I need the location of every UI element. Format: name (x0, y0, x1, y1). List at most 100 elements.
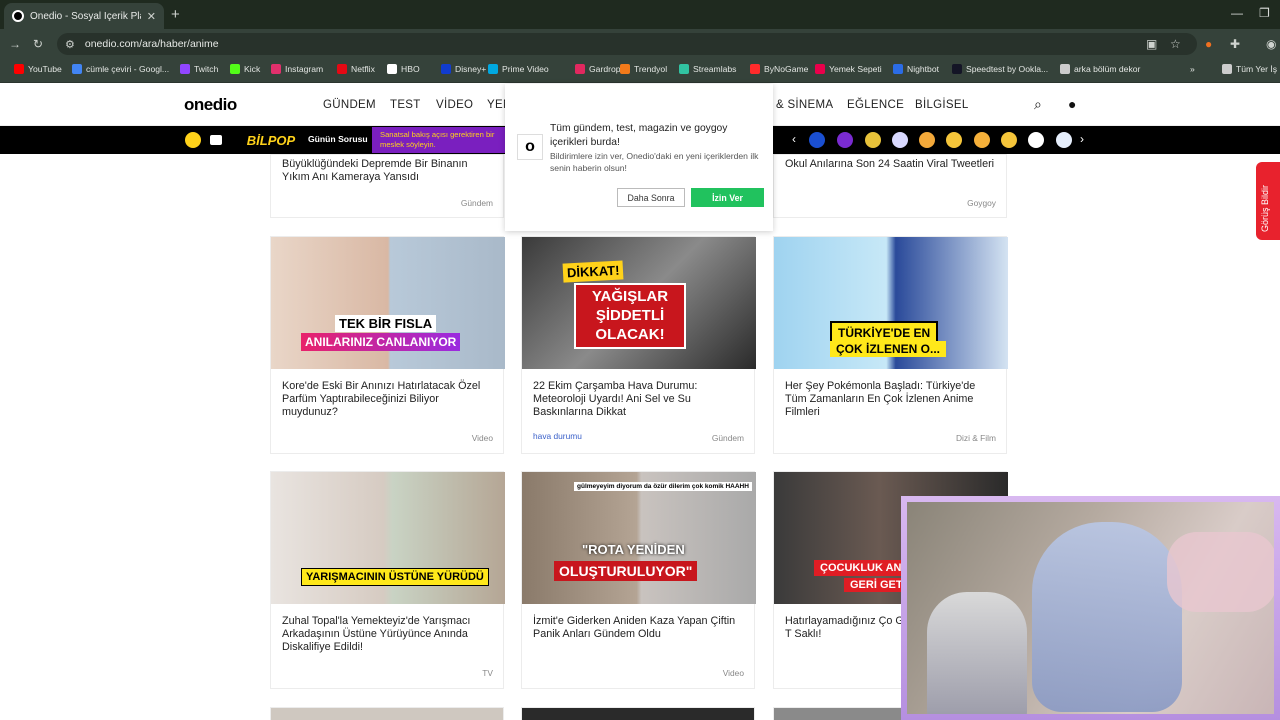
bilpop-logo[interactable]: BİLPOP (240, 127, 302, 153)
nav-test[interactable]: TEST (390, 99, 421, 111)
onedio-logo[interactable]: onedio (184, 95, 237, 115)
news-card[interactable] (521, 707, 755, 720)
bookmark-item[interactable]: ByNoGame (750, 64, 808, 74)
card-thumbnail[interactable]: YARIŞMACININ ÜSTÜNE YÜRÜDÜ (271, 472, 505, 604)
news-card[interactable]: TEK BİR FISLA ANILARINIZ CANLANIYOR Kore… (270, 236, 505, 454)
browser-tab-active[interactable]: Onedio - Sosyal İçerik Platformu ✕ (4, 3, 164, 29)
bookmark-item[interactable]: Tüm Yer İş (1222, 64, 1277, 74)
bookmark-item[interactable]: Trendyol (620, 64, 667, 74)
story-icon-5[interactable] (919, 132, 935, 148)
question-banner[interactable]: Sanatsal bakış açısı gerektiren bir mesl… (372, 127, 505, 153)
story-icon-10[interactable] (1056, 132, 1072, 148)
card-category[interactable]: Video (723, 668, 744, 678)
bookmark-item[interactable]: Netflix (337, 64, 375, 74)
story-icon-8[interactable] (1001, 132, 1017, 148)
nav-bilgisel[interactable]: BİLGİSEL (915, 99, 969, 111)
later-button[interactable]: Daha Sonra (617, 188, 685, 207)
allow-button[interactable]: İzin Ver (691, 188, 764, 207)
bookmark-item[interactable]: Prime Video (488, 64, 549, 74)
install-app-icon[interactable]: ▣ (1146, 37, 1157, 51)
news-card[interactable]: YARIŞMACININ ÜSTÜNE YÜRÜDÜ Zuhal Topal'l… (270, 471, 505, 689)
chevron-right-icon[interactable]: › (1080, 132, 1084, 146)
extensions-puzzle-icon[interactable]: ✚ (1230, 37, 1240, 51)
bookmark-favicon-icon (14, 64, 24, 74)
plush-toys-shape (1167, 532, 1274, 612)
card-category[interactable]: Gündem (712, 433, 744, 443)
bookmark-item[interactable]: Disney+ (441, 64, 486, 74)
minimize-icon[interactable]: — (1231, 6, 1243, 20)
bookmark-favicon-icon (750, 64, 760, 74)
chevron-left-icon[interactable]: ‹ (792, 132, 796, 146)
site-info-icon[interactable]: ⚙ (65, 38, 75, 51)
news-card[interactable]: TÜRKİYE'DE EN ÇOK İZLENEN O... Her Şey P… (773, 236, 1008, 454)
news-card[interactable]: DİKKAT! YAĞIŞLAR ŞİDDETLİ OLACAK! 22 Eki… (521, 236, 756, 454)
card-category[interactable]: Gündem (461, 198, 493, 208)
card-category[interactable]: Video (472, 433, 493, 443)
nav-sinema[interactable]: & SİNEMA (776, 99, 833, 111)
story-icon-3[interactable] (865, 132, 881, 148)
bookmark-item[interactable]: Streamlabs (679, 64, 736, 74)
nav-video[interactable]: VİDEO (436, 99, 473, 111)
emoji-icon[interactable] (185, 132, 201, 148)
bookmark-item[interactable]: Speedtest by Ookla... (952, 64, 1048, 74)
bookmark-item[interactable]: arka bölüm dekor (1060, 64, 1140, 74)
nav-eglence[interactable]: EĞLENCE (847, 99, 904, 111)
news-card[interactable]: Okul Anılarına Son 24 Saatin Viral Tweet… (773, 154, 1007, 218)
bookmark-item[interactable]: YouTube (14, 64, 62, 74)
card-title: Kore'de Eski Bir Anınızı Hatırlatacak Öz… (282, 380, 481, 418)
url-field[interactable]: ⚙ onedio.com/ara/haber/anime (57, 33, 1197, 55)
story-icon-6[interactable] (946, 132, 962, 148)
news-card[interactable] (270, 707, 504, 720)
more-bookmarks-icon[interactable]: » (1190, 64, 1195, 74)
bookmark-item[interactable]: Kick (230, 64, 260, 74)
bookmark-star-icon[interactable]: ☆ (1170, 37, 1181, 51)
bookmark-favicon-icon (387, 64, 397, 74)
bookmark-label: Tüm Yer İş (1236, 64, 1278, 74)
bookmark-favicon-icon (1060, 64, 1070, 74)
bookmarks-bar: YouTube cümle çeviri - Googl... Twitch Kick… (0, 59, 1280, 83)
card-category[interactable]: TV (482, 668, 493, 678)
news-card[interactable]: Büyüklüğündeki Depremde Bir Binanın Yıkı… (270, 154, 504, 218)
url-text: onedio.com/ara/haber/anime (84, 38, 219, 50)
feedback-tab[interactable]: Görüş Bildir (1256, 162, 1280, 240)
search-icon[interactable]: ⌕ (1034, 96, 1042, 113)
webcam-overlay (901, 496, 1280, 720)
card-tag[interactable]: hava durumu (533, 431, 582, 441)
card-title: 22 Ekim Çarşamba Hava Durumu: Meteoroloj… (533, 380, 698, 418)
card-thumbnail[interactable]: TÜRKİYE'DE EN ÇOK İZLENEN O... (774, 237, 1008, 369)
card-thumbnail[interactable]: TEK BİR FISLA ANILARINIZ CANLANIYOR (271, 237, 505, 369)
story-icon-2[interactable] (837, 132, 853, 148)
media-icon[interactable] (210, 135, 222, 145)
story-icon-9[interactable] (1028, 132, 1044, 148)
gunun-sorusu[interactable]: Günün Sorusu (308, 134, 368, 144)
notification-title: Tüm gündem, test, magazin ve goygoy içer… (550, 123, 728, 149)
bookmark-item[interactable]: Instagram (271, 64, 323, 74)
extension-icon[interactable]: ● (1205, 37, 1212, 51)
card-thumbnail[interactable]: DİKKAT! YAĞIŞLAR ŞİDDETLİ OLACAK! (522, 237, 756, 369)
reload-icon[interactable]: ↻ (33, 37, 43, 51)
nav-gundem[interactable]: GÜNDEM (323, 99, 376, 111)
bookmark-item[interactable]: Nightbot (893, 64, 939, 74)
bookmark-item[interactable]: Twitch (180, 64, 218, 74)
back-icon[interactable]: → (9, 37, 21, 51)
card-title: İzmit'e Giderken Aniden Kaza Yapan Çifti… (533, 615, 736, 640)
close-tab-icon[interactable]: ✕ (147, 10, 156, 23)
card-category[interactable]: Dizi & Film (956, 433, 996, 443)
bookmark-item[interactable]: Gardrops (575, 64, 625, 74)
profile-avatar-icon[interactable]: ◉ (1266, 37, 1276, 51)
bookmark-item[interactable]: Yemek Sepeti (815, 64, 882, 74)
card-thumbnail[interactable]: gülmeyeyim diyorum da özür dilerim çok k… (522, 472, 756, 604)
news-card[interactable]: gülmeyeyim diyorum da özür dilerim çok k… (521, 471, 756, 689)
story-icon-4[interactable] (892, 132, 908, 148)
story-icon-7[interactable] (974, 132, 990, 148)
new-tab-icon[interactable]: + (171, 6, 180, 23)
bookmark-item[interactable]: cümle çeviri - Googl... (72, 64, 169, 74)
user-icon[interactable]: ● (1068, 96, 1076, 112)
bookmark-label: Kick (244, 64, 261, 74)
bookmark-label: cümle çeviri - Googl... (86, 64, 170, 74)
bookmark-item[interactable]: HBO (387, 64, 420, 74)
card-title: Büyüklüğündeki Depremde Bir Binanın Yıkı… (282, 158, 468, 183)
story-icon-1[interactable] (809, 132, 825, 148)
card-category[interactable]: Goygoy (967, 198, 996, 208)
maximize-icon[interactable]: ❐ (1259, 6, 1270, 20)
